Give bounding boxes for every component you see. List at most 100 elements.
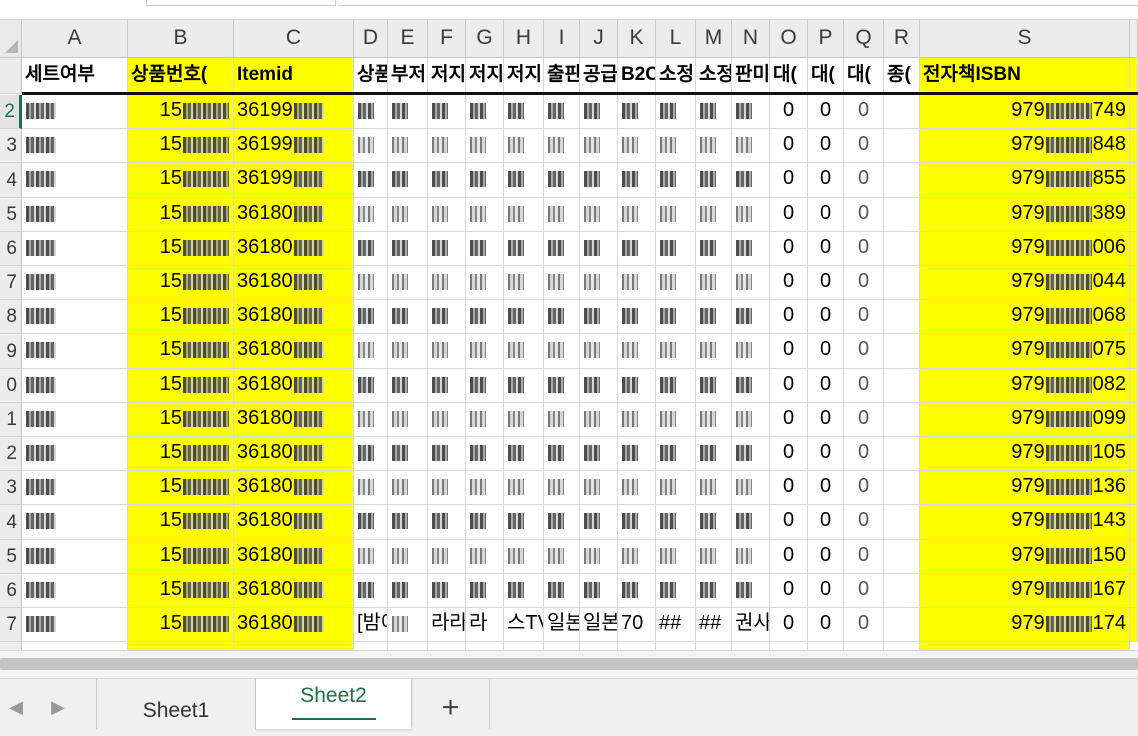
cell-f[interactable] [428,232,466,266]
column-header-s[interactable]: S [920,20,1130,58]
cell-a[interactable] [22,437,128,471]
cell-m[interactable] [696,505,732,540]
cell-e[interactable] [388,608,428,642]
cell-b[interactable]: 15 [128,334,234,369]
cell-s[interactable]: 979 749 [920,95,1130,129]
cell-c[interactable]: 36180 [234,369,354,403]
cell-a[interactable] [22,232,128,266]
cell-c[interactable]: 36180 [234,403,354,437]
header-cell-s[interactable]: 전자책ISBN [920,58,1130,94]
cell-h[interactable] [504,300,544,334]
cell-n[interactable] [732,129,770,163]
header-cell-a[interactable]: 세트여부 [22,58,128,94]
cell-q[interactable]: 0 [844,505,884,540]
cell-f[interactable] [428,129,466,163]
cell-k[interactable] [618,642,656,650]
cell-l[interactable] [656,198,696,232]
cell-m[interactable] [696,642,732,650]
cell-j[interactable] [580,198,618,232]
cell-g[interactable] [466,505,504,540]
cell-m[interactable] [696,232,732,266]
cell-e[interactable] [388,129,428,163]
header-cell-l[interactable]: 소정 [656,58,696,94]
cell-l[interactable] [656,505,696,540]
cell-c[interactable]: 36180 [234,266,354,300]
cell-b[interactable]: 15 [128,540,234,574]
cell-p[interactable] [808,642,844,650]
header-cell-i[interactable]: 출판 [544,58,580,94]
cell-r[interactable] [884,608,920,642]
cell-g[interactable] [466,198,504,232]
row-header[interactable]: 5 [0,198,22,232]
cell-h[interactable] [504,471,544,505]
cell-g[interactable] [466,574,504,608]
cell-h[interactable] [504,129,544,163]
horizontal-scrollbar[interactable] [0,650,1138,678]
cell-overflow[interactable] [1130,437,1138,471]
cell-g[interactable] [466,95,504,129]
header-cell-m[interactable]: 소정 [696,58,732,94]
column-header-l[interactable]: L [656,20,696,58]
cell-r[interactable] [884,232,920,266]
cell-i[interactable] [544,505,580,540]
cell-b[interactable]: 15 [128,232,234,266]
cell-n[interactable] [732,95,770,129]
cell-e[interactable] [388,471,428,505]
cell-p[interactable]: 0 [808,198,844,232]
row-header[interactable]: 7 [0,608,22,642]
cell-m[interactable] [696,129,732,163]
cell-e[interactable] [388,642,428,650]
chevron-left-icon[interactable]: ◀ [6,697,26,717]
cell-i[interactable] [544,574,580,608]
cell-n[interactable]: 권사 [732,608,770,642]
cell-g[interactable] [466,540,504,574]
cell-j[interactable]: 일본 [580,608,618,642]
cell-h[interactable]: 스TV [504,608,544,642]
cell-k[interactable] [618,198,656,232]
cell-overflow[interactable] [1130,163,1138,198]
formula-input-edge[interactable] [338,0,1138,6]
cell-m[interactable] [696,437,732,471]
cell-j[interactable] [580,369,618,403]
cell-l[interactable] [656,300,696,334]
cell-i[interactable] [544,403,580,437]
cell-k[interactable] [618,437,656,471]
add-sheet-button[interactable]: + [412,679,490,729]
cell-q[interactable]: 0 [844,574,884,608]
column-header-m[interactable]: M [696,20,732,58]
cell-r[interactable] [884,540,920,574]
cell-q[interactable]: 0 [844,369,884,403]
cell-e[interactable] [388,403,428,437]
cell-f[interactable] [428,198,466,232]
cell-o[interactable]: 0 [770,471,808,505]
cell-q[interactable]: 0 [844,403,884,437]
cell-m[interactable] [696,198,732,232]
cell-n[interactable] [732,540,770,574]
cell-q[interactable]: 0 [844,334,884,369]
cell-p[interactable]: 0 [808,232,844,266]
cell-s[interactable]: 979 174 [920,608,1130,642]
cell-p[interactable]: 0 [808,437,844,471]
select-all-corner[interactable] [0,20,22,58]
cell-o[interactable]: 0 [770,437,808,471]
cell-r[interactable] [884,505,920,540]
cell-s[interactable]: 979 105 [920,437,1130,471]
cell-h[interactable] [504,642,544,650]
cell-d[interactable] [354,505,388,540]
cell-f[interactable] [428,574,466,608]
cell-b[interactable]: 15 [128,369,234,403]
cell-s[interactable]: 979 082 [920,369,1130,403]
row-header[interactable] [0,642,22,650]
cell-p[interactable]: 0 [808,163,844,198]
cell-d[interactable] [354,266,388,300]
cell-e[interactable] [388,300,428,334]
cell-c[interactable]: 36180 [234,471,354,505]
cell-l[interactable] [656,540,696,574]
cell-s[interactable]: 979 075 [920,334,1130,369]
cell-k[interactable] [618,232,656,266]
column-header-n[interactable]: N [732,20,770,58]
cell-i[interactable] [544,129,580,163]
cell-s[interactable]: 979 150 [920,540,1130,574]
cell-h[interactable] [504,198,544,232]
cell-b[interactable]: 15 [128,505,234,540]
